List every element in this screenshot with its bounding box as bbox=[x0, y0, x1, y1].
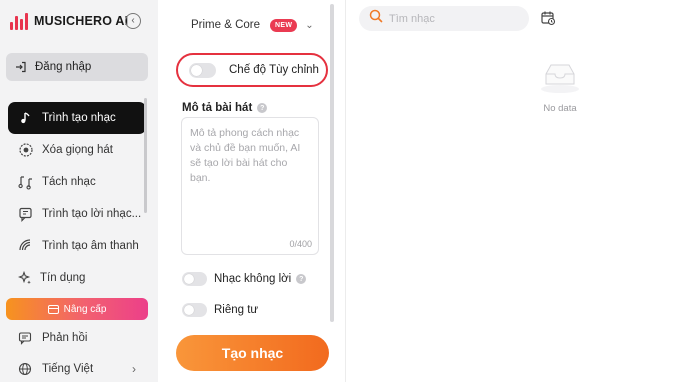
feedback-link[interactable]: Phản hồi bbox=[8, 324, 148, 351]
description-heading: Mô tả bài hát ? bbox=[182, 102, 268, 114]
calendar-filter-button[interactable] bbox=[540, 10, 556, 26]
upgrade-label: Nâng cấp bbox=[63, 303, 107, 315]
logo[interactable]: MUSICHERO AI bbox=[10, 12, 128, 30]
description-label: Mô tả bài hát bbox=[182, 102, 253, 114]
sidebar-item-sound-generator[interactable]: Trình tạo âm thanh bbox=[8, 230, 146, 262]
empty-state: No data bbox=[537, 62, 583, 114]
sidebar-nav: Trình tạo nhạc Xóa giọng hát Tách nhạc T… bbox=[8, 102, 146, 262]
sidebar-item-label: Trình tạo âm thanh bbox=[42, 240, 139, 252]
instrumental-label: Nhạc không lời bbox=[214, 273, 292, 285]
empty-inbox-icon bbox=[538, 62, 582, 99]
vocal-remove-icon bbox=[18, 142, 34, 158]
logo-icon bbox=[10, 12, 28, 30]
library-panel: No data bbox=[347, 0, 680, 382]
sidebar-item-label: Trình tạo nhạc bbox=[42, 112, 116, 124]
model-label: Prime & Core bbox=[191, 19, 261, 31]
globe-icon bbox=[18, 362, 32, 376]
sidebar-item-label: Trình tạo lời nhạc... bbox=[42, 208, 142, 220]
sidebar-item-label: Tách nhạc bbox=[42, 176, 96, 188]
sound-icon bbox=[18, 238, 34, 254]
chevron-right-icon: › bbox=[132, 361, 136, 376]
private-switch[interactable] bbox=[182, 303, 207, 317]
music-note-icon bbox=[18, 110, 34, 126]
credits-label: Tín dụng bbox=[40, 272, 86, 284]
upgrade-button[interactable]: Nâng cấp bbox=[6, 298, 148, 320]
sidebar-bottom: Tín dụng Nâng cấp Phản hồi Tiếng Việt › bbox=[6, 264, 148, 382]
private-toggle[interactable]: Riêng tư bbox=[182, 302, 258, 318]
instrumental-switch[interactable] bbox=[182, 272, 207, 286]
language-selector[interactable]: Tiếng Việt › bbox=[8, 355, 148, 382]
custom-mode-label: Chế độ Tùy chỉnh bbox=[229, 64, 319, 76]
sidebar-scrollbar[interactable] bbox=[144, 98, 147, 213]
credits-link[interactable]: Tín dụng bbox=[8, 264, 148, 292]
chevron-left-icon: ‹ bbox=[131, 15, 135, 26]
chevron-down-icon: ⌄ bbox=[305, 19, 314, 31]
search-bar bbox=[359, 6, 529, 31]
sidebar-item-label: Xóa giọng hát bbox=[42, 144, 113, 156]
create-music-button[interactable]: Tạo nhạc bbox=[176, 335, 329, 371]
character-counter: 0/400 bbox=[289, 239, 312, 249]
login-icon bbox=[15, 61, 27, 73]
sidebar-item-vocal-remover[interactable]: Xóa giọng hát bbox=[8, 134, 146, 166]
app-name: MUSICHERO AI bbox=[34, 14, 129, 28]
search-icon bbox=[369, 9, 383, 28]
composer-panel: Prime & Core NEW ⌄ Chế độ Tùy chỉnh Mô t… bbox=[158, 0, 346, 382]
sidebar-item-lyrics-generator[interactable]: Trình tạo lời nhạc... bbox=[8, 198, 146, 230]
custom-mode-switch[interactable] bbox=[189, 62, 216, 78]
sidebar-item-stem-splitter[interactable]: Tách nhạc bbox=[8, 166, 146, 198]
calendar-icon bbox=[540, 11, 556, 30]
instrumental-toggle[interactable]: Nhạc không lời ? bbox=[182, 271, 307, 287]
new-badge: NEW bbox=[270, 18, 298, 32]
custom-mode-toggle[interactable]: Chế độ Tùy chỉnh bbox=[176, 53, 328, 87]
feedback-label: Phản hồi bbox=[42, 331, 88, 344]
help-icon[interactable]: ? bbox=[296, 274, 307, 284]
search-input[interactable] bbox=[389, 12, 509, 25]
collapse-sidebar-button[interactable]: ‹ bbox=[125, 13, 141, 29]
lyrics-icon bbox=[18, 206, 34, 222]
card-icon bbox=[47, 304, 59, 314]
sparkle-icon bbox=[18, 271, 32, 285]
description-box: 0/400 bbox=[181, 117, 319, 255]
sidebar: MUSICHERO AI ‹ Đăng nhập Trình tạo nhạc … bbox=[0, 0, 158, 382]
private-label: Riêng tư bbox=[214, 304, 259, 316]
login-label: Đăng nhập bbox=[35, 61, 92, 73]
description-input[interactable] bbox=[190, 126, 310, 236]
language-label: Tiếng Việt bbox=[42, 362, 94, 375]
model-selector[interactable]: Prime & Core NEW ⌄ bbox=[179, 12, 319, 38]
composer-scrollbar[interactable] bbox=[330, 4, 334, 322]
split-icon bbox=[18, 174, 34, 190]
feedback-icon bbox=[18, 331, 32, 345]
help-icon[interactable]: ? bbox=[257, 103, 268, 113]
empty-text: No data bbox=[543, 103, 577, 114]
login-button[interactable]: Đăng nhập bbox=[6, 53, 148, 81]
sidebar-item-music-generator[interactable]: Trình tạo nhạc bbox=[8, 102, 146, 134]
